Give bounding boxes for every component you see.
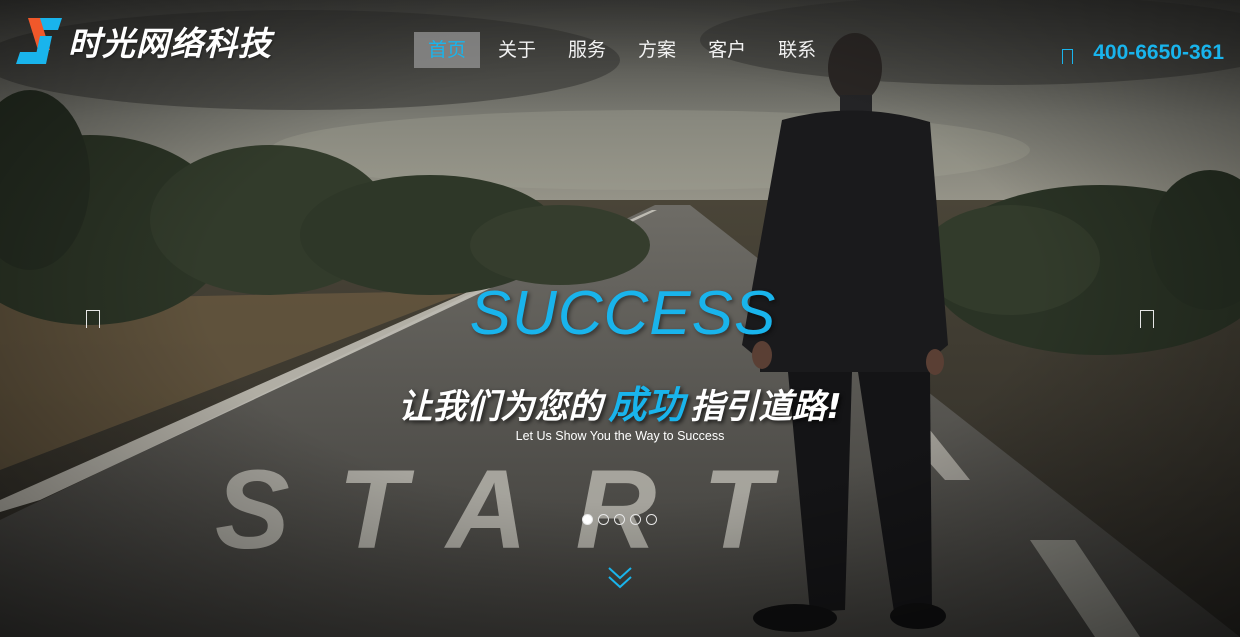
phone-icon: [1062, 48, 1074, 64]
slider-dot-1[interactable]: [582, 514, 593, 525]
slider-next-button[interactable]: [1140, 310, 1156, 330]
hero-headline-cn-suffix: 指引道路!: [690, 387, 842, 427]
nav-item-solutions[interactable]: 方案: [624, 32, 690, 68]
main-nav: 首页 关于 服务 方案 客户 联系: [414, 32, 834, 68]
arrow-left-icon: [86, 310, 100, 328]
phone-number: 400-6650-361: [1093, 41, 1224, 64]
arrow-right-icon: [1140, 310, 1154, 328]
hero-subtitle: Let Us Show You the Way to Success: [515, 429, 725, 443]
slider-prev-button[interactable]: [86, 310, 102, 330]
slider-dot-2[interactable]: [598, 514, 609, 525]
hero-headline-cn: 让我们为您的 成功 指引道路!: [0, 374, 1240, 429]
hero-headline-cn-prefix: 让我们为您的: [398, 387, 603, 427]
nav-item-contact[interactable]: 联系: [764, 32, 830, 68]
hero-headline-cn-highlight: 成功: [608, 383, 685, 427]
brand-name: 时光网络科技: [68, 24, 272, 63]
nav-item-clients[interactable]: 客户: [694, 32, 760, 68]
slider-dot-4[interactable]: [630, 514, 641, 525]
hero-headline-en: SUCCESS: [0, 278, 1240, 349]
nav-item-home[interactable]: 首页: [414, 32, 481, 68]
nav-item-services[interactable]: 服务: [554, 32, 620, 68]
scroll-down-button[interactable]: [606, 565, 634, 591]
phone-contact[interactable]: 400-6650-361: [1062, 40, 1224, 66]
hero-headline-en-text: SUCCESS: [469, 279, 777, 348]
slider-dot-5[interactable]: [646, 514, 657, 525]
slider-pagination: [582, 514, 662, 525]
site-header: 时光网络科技 首页 关于 服务 方案 客户 联系 400-6650-361: [0, 0, 1240, 90]
double-chevron-down-icon: [608, 567, 632, 589]
slider-dot-3[interactable]: [614, 514, 625, 525]
s-logo-icon: [16, 18, 62, 64]
nav-item-about[interactable]: 关于: [484, 32, 550, 68]
logo[interactable]: 时光网络科技: [14, 16, 272, 66]
